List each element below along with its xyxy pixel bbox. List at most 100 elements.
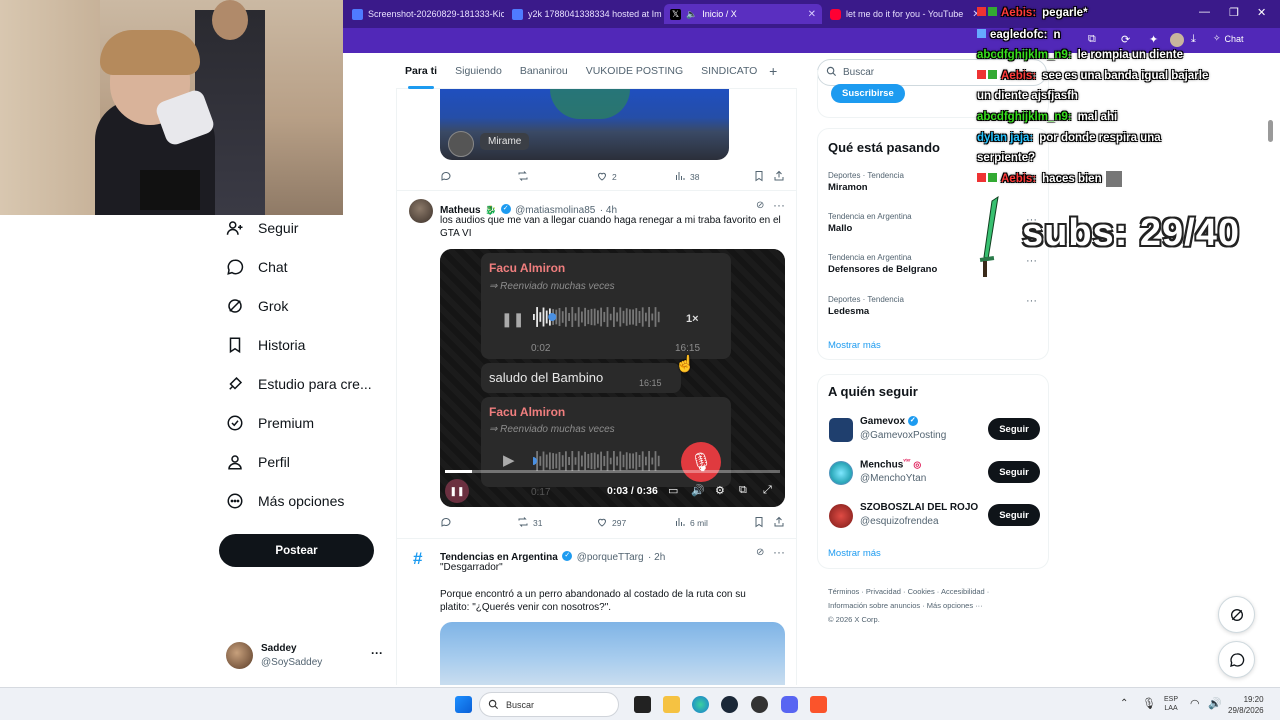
bookmark-button[interactable] — [753, 170, 765, 184]
post-time[interactable]: · 2h — [648, 552, 665, 563]
chat-message-continued: un diente ajsfjasfh — [977, 87, 1078, 106]
discord-icon[interactable] — [781, 696, 798, 713]
sidebar-item-chat[interactable]: Chat — [226, 252, 288, 282]
settings-icon[interactable]: ⚙ — [715, 484, 725, 497]
tab-sindicato[interactable]: SINDICATO — [692, 53, 760, 89]
more-icon[interactable]: ··· — [1026, 295, 1037, 307]
post-button[interactable]: Postear — [219, 534, 374, 567]
bookmark-button[interactable] — [753, 516, 765, 530]
puzzle-icon[interactable]: ✦ — [1149, 33, 1158, 46]
footer-line[interactable]: Información sobre anuncios · Más opcione… — [828, 599, 1048, 613]
post-image[interactable] — [440, 622, 785, 685]
more-icon[interactable]: ··· — [1026, 255, 1037, 267]
sidebar-item-historia[interactable]: Historia — [226, 330, 305, 360]
brave-icon[interactable] — [810, 696, 827, 713]
download-icon[interactable]: ⤓ — [1191, 33, 1196, 46]
video-progress-track[interactable] — [445, 470, 780, 473]
sidebar-item-grok[interactable]: Grok — [226, 291, 288, 321]
waveform-bar — [622, 310, 625, 324]
sidebar-item-perfil[interactable]: Perfil — [226, 447, 290, 477]
volume-icon[interactable]: 🔊 — [1208, 697, 1222, 710]
language-indicator[interactable]: ESP LAA — [1164, 695, 1178, 713]
grok-floating-button[interactable] — [1218, 596, 1255, 633]
windows-start-icon[interactable] — [455, 696, 472, 713]
add-tab-button[interactable]: + — [760, 53, 786, 89]
chevron-up-icon[interactable]: ⌃ — [1120, 698, 1128, 709]
profile-avatar[interactable] — [1170, 33, 1184, 47]
browser-tab[interactable]: Screenshot-20260829-181333-Kic — [346, 4, 504, 24]
browser-tab[interactable]: let me do it for you - YouTube ✕ — [824, 4, 980, 24]
wifi-icon[interactable]: ◠ — [1190, 697, 1200, 710]
more-icon[interactable]: ··· — [773, 545, 785, 559]
close-window-icon[interactable]: ✕ — [1257, 6, 1266, 19]
like-button[interactable]: 2 — [596, 170, 617, 184]
views-button[interactable]: 38 — [674, 170, 699, 184]
follow-suggestion[interactable]: Menchusᵛᵗᵉʳ ◎ @MenchoYtan Seguir — [818, 456, 1050, 490]
obs-icon[interactable] — [751, 696, 768, 713]
views-button[interactable]: 6 mil — [674, 516, 708, 530]
pip-icon[interactable]: ⧉ — [739, 484, 747, 497]
avatar[interactable] — [409, 199, 433, 223]
tab-vukoide-posting[interactable]: VUKOIDE POSTING — [577, 53, 692, 89]
tab-siguiendo[interactable]: Siguiendo — [446, 53, 511, 89]
pause-button[interactable]: ❚❚ — [445, 479, 469, 503]
sidebar-item-seguir[interactable]: Seguir — [226, 213, 298, 243]
author-handle[interactable]: @porqueTTarg — [577, 552, 644, 563]
account-switcher[interactable]: Saddey @SoySaddey ··· — [226, 641, 386, 671]
edge-icon[interactable] — [692, 696, 709, 713]
sidebar-item-mas-opciones[interactable]: Más opciones — [226, 486, 344, 516]
follow-suggestion[interactable]: SZOBOSZLAI DEL ROJO @esquizofrendea Segu… — [818, 499, 1050, 533]
chat-button[interactable]: ✧ Chat — [1213, 33, 1244, 44]
follow-button[interactable]: Seguir — [988, 418, 1040, 440]
scrollbar-thumb[interactable] — [1268, 120, 1273, 142]
close-icon[interactable]: ✕ — [808, 9, 816, 20]
hashtag-avatar-icon[interactable]: # — [413, 549, 422, 569]
sidebar-item-label: Chat — [258, 259, 288, 275]
reply-button[interactable] — [440, 170, 452, 184]
refresh-icon[interactable]: ⟳ — [1121, 33, 1130, 46]
captions-icon[interactable]: ▭ — [668, 484, 678, 497]
repost-button[interactable]: 31 — [517, 516, 542, 530]
video-player[interactable]: Facu Almiron ⇒ Reenviado muchas veces ❚❚… — [440, 249, 785, 507]
messages-floating-button[interactable] — [1218, 641, 1255, 678]
show-more-link[interactable]: Mostrar más — [828, 548, 881, 559]
browser-tab-active[interactable]: 𝕏 🔈 Inicio / X ✕ — [664, 4, 822, 24]
share-button[interactable] — [773, 516, 785, 530]
follow-button[interactable]: Seguir — [988, 461, 1040, 483]
subscribe-button[interactable]: Suscribirse — [831, 84, 905, 103]
volume-icon[interactable]: 🔊 — [691, 484, 705, 497]
steam-icon[interactable] — [721, 696, 738, 713]
tab-para-ti[interactable]: Para ti — [396, 53, 446, 89]
taskbar-search[interactable]: Buscar — [479, 692, 619, 717]
reply-button[interactable] — [440, 516, 452, 530]
extensions-icon[interactable]: ⧉ — [1088, 33, 1096, 46]
share-button[interactable] — [773, 170, 785, 184]
trend-meta: Tendencia en Argentina — [828, 253, 912, 262]
maximize-icon[interactable]: ❐ — [1229, 6, 1239, 19]
footer-line[interactable]: Términos · Privacidad · Cookies · Accesi… — [828, 585, 1048, 599]
post-media[interactable]: Mirame — [440, 89, 729, 160]
file-explorer-icon[interactable] — [663, 696, 680, 713]
trend-item[interactable]: Deportes · Tendencia Ledesma — [828, 295, 1038, 317]
like-button[interactable]: 297 — [596, 516, 626, 530]
clock[interactable]: 19:20 29/8/2026 — [1228, 694, 1264, 716]
follow-suggestion[interactable]: Gamevox ✓ @GamevoxPosting Seguir — [818, 413, 1050, 447]
trend-item[interactable]: Tendencia en Argentina Mallo — [828, 212, 1038, 234]
fullscreen-icon[interactable]: ⤢ — [763, 484, 772, 497]
tab-bananirou[interactable]: Bananirou — [511, 53, 577, 89]
trend-item[interactable]: Tendencia en Argentina Defensores de Bel… — [828, 253, 1038, 275]
show-more-link[interactable]: Mostrar más — [828, 340, 881, 351]
minimize-icon[interactable]: — — [1199, 6, 1210, 18]
sidebar-item-estudio[interactable]: Estudio para cre... — [226, 369, 372, 399]
browser-tab[interactable]: y2k 1788041338334 hosted at Img — [506, 4, 662, 24]
repost-button[interactable] — [517, 170, 529, 184]
microphone-icon[interactable]: 🎙 — [1142, 697, 1156, 710]
grok-icon[interactable]: ⊘ — [756, 547, 764, 558]
badge-icon — [988, 173, 997, 182]
more-icon[interactable]: ··· — [371, 646, 383, 660]
sidebar-item-premium[interactable]: Premium — [226, 408, 314, 438]
more-icon[interactable]: ··· — [773, 198, 785, 212]
follow-button[interactable]: Seguir — [988, 504, 1040, 526]
taskview-icon[interactable] — [634, 696, 651, 713]
grok-icon[interactable]: ⊘ — [756, 200, 764, 211]
